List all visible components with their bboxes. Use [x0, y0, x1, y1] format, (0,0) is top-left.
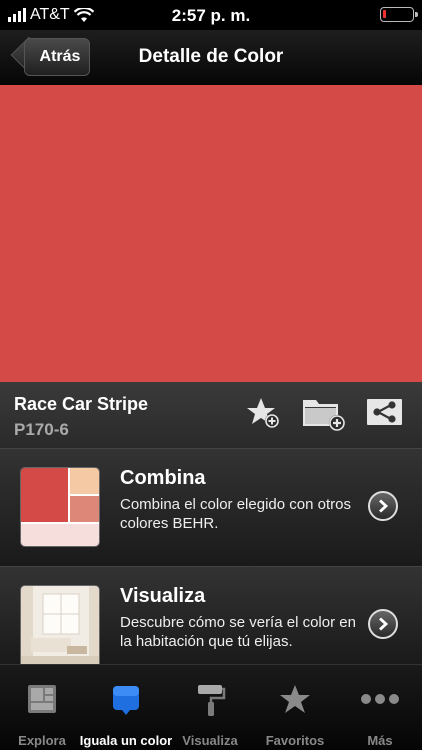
tab-iguala-un-color-label: Iguala un color — [79, 733, 173, 748]
tab-favoritos[interactable]: Favoritos — [253, 665, 337, 750]
tab-explora[interactable]: Explora — [0, 665, 84, 750]
visualiza-title: Visualiza — [120, 585, 206, 607]
battery-icon — [380, 7, 418, 22]
tab-visualiza[interactable]: Visualiza — [168, 665, 252, 750]
explore-icon — [28, 685, 56, 713]
visualiza-row[interactable]: Visualiza Descubre cómo se vería el colo… — [0, 566, 422, 664]
share-icon[interactable] — [366, 396, 404, 428]
color-name: Race Car Stripe — [14, 394, 149, 414]
tab-explora-label: Explora — [18, 733, 66, 748]
visualiza-description: Descubre cómo se vería el color en la ha… — [120, 614, 356, 650]
tab-iguala-un-color[interactable]: Iguala un color — [80, 665, 172, 750]
palette-preview — [21, 468, 99, 546]
room-thumbnail — [20, 585, 100, 664]
visualiza-chevron-right-icon[interactable] — [368, 609, 398, 639]
color-info-bar: Race Car Stripe P170-6 — [0, 382, 422, 448]
palette-thumbnail — [20, 467, 100, 547]
status-bar: AT&T 2:57 p. m. — [0, 0, 422, 30]
more-icon — [361, 694, 399, 704]
tab-mas-label: Más — [367, 733, 393, 748]
status-time: 2:57 p. m. — [171, 6, 251, 25]
star-icon — [280, 685, 310, 713]
paint-roller-icon — [198, 685, 226, 716]
color-code: P170-6 — [14, 420, 69, 439]
tab-favoritos-label: Favoritos — [265, 733, 325, 748]
star-plus-icon[interactable] — [246, 396, 282, 430]
combina-title: Combina — [120, 467, 206, 489]
color-match-icon — [113, 686, 139, 715]
navigation-bar: Atrás Detalle de Color — [0, 30, 422, 85]
page-title: Detalle de Color — [138, 46, 284, 67]
color-swatch — [0, 85, 422, 382]
combina-chevron-right-icon[interactable] — [368, 491, 398, 521]
room-image — [21, 586, 99, 664]
tab-visualiza-label: Visualiza — [182, 733, 238, 748]
folder-plus-icon[interactable] — [302, 396, 348, 432]
combina-row[interactable]: Combina Combina el color elegido con otr… — [0, 448, 422, 566]
tab-bar: Explora Iguala un color Visualiza Favori… — [0, 664, 422, 750]
tab-mas[interactable]: Más — [338, 665, 422, 750]
combina-description: Combina el color elegido con otros color… — [120, 496, 351, 532]
